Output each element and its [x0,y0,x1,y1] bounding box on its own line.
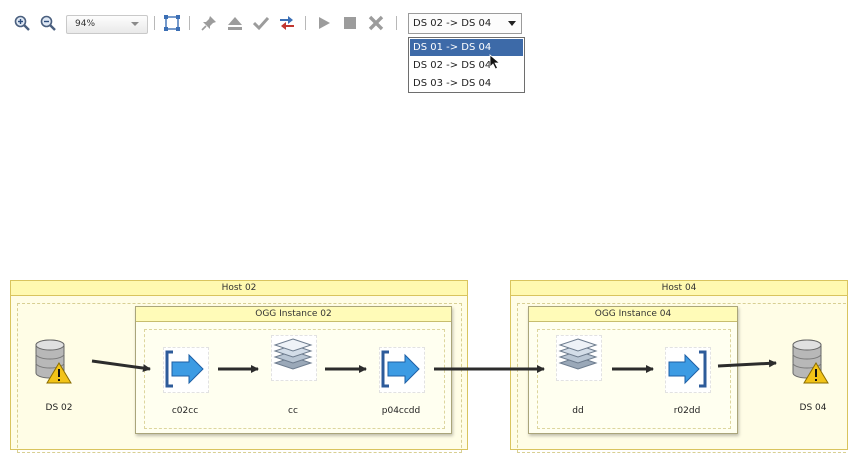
pump-process-icon[interactable] [379,347,423,391]
node-label: DS 02 [45,403,73,413]
node-label: DS 04 [799,403,827,413]
node-label: r02dd [673,406,701,416]
trail-file-icon[interactable] [556,337,600,371]
node-label: cc [288,406,298,416]
flow-arrow [91,359,151,373]
trail-file-icon[interactable] [271,337,315,371]
node-label: c02cc [171,406,199,416]
replicat-process-icon[interactable] [665,347,709,391]
database-warning-icon[interactable] [33,337,77,385]
node-label: p04ccdd [381,406,421,416]
extract-process-icon[interactable] [163,347,207,391]
flow-arrow [717,359,777,368]
database-warning-icon[interactable] [790,337,834,385]
node-label: dd [572,406,584,416]
